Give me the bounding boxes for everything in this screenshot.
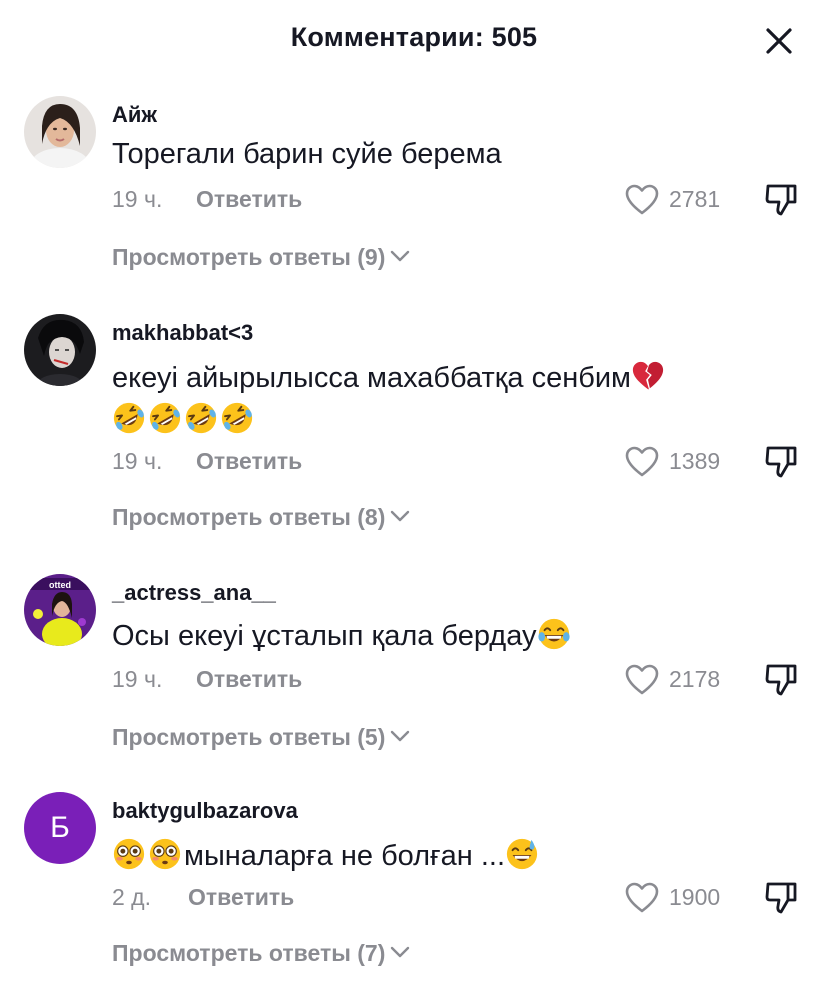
avatar[interactable] — [24, 96, 96, 168]
comment-meta: 19 ч. Ответить 2781 — [112, 184, 802, 220]
avatar[interactable] — [24, 314, 96, 386]
comment-text-content: Торегали барин суйе берема — [112, 138, 502, 170]
rolling-laughing-icon — [221, 402, 253, 434]
like-count: 1900 — [669, 884, 721, 910]
comment-time: 19 ч. — [112, 186, 163, 212]
comment-meta: 2 д. Ответить 1900 — [112, 882, 802, 918]
comment-meta: 19 ч. Ответить 1389 — [112, 446, 802, 482]
avatar[interactable]: Б — [24, 792, 96, 864]
thumbs-down-icon[interactable] — [762, 878, 800, 916]
view-replies-label: Просмотреть ответы (5) — [112, 724, 386, 750]
comment-text: екеуі айырылысса махаббатқа сенбим — [112, 358, 722, 440]
thumbs-down-icon[interactable] — [762, 660, 800, 698]
comment-username[interactable]: baktygulbazarova — [112, 798, 298, 824]
comment-text: Осы екеуі ұсталып қала бердау — [112, 616, 722, 656]
view-replies-label: Просмотреть ответы (8) — [112, 504, 386, 530]
view-replies-label: Просмотреть ответы (7) — [112, 940, 386, 966]
comments-header: Комментарии: 505 — [0, 0, 828, 80]
comment-text: мыналарға не болған ... — [112, 836, 722, 876]
avatar[interactable]: otted — [24, 574, 96, 646]
rolling-laughing-icon — [149, 402, 181, 434]
view-replies-button[interactable]: Просмотреть ответы (8) — [112, 504, 411, 538]
comments-title: Комментарии: 505 — [290, 22, 538, 52]
comment-text-content: екеуі айырылысса махаббатқа сенбим — [112, 362, 631, 394]
tears-of-joy-icon — [537, 618, 570, 650]
comment-text-content: Осы екеуі ұсталып қала бердау — [112, 620, 537, 652]
comment-time: 2 д. — [112, 884, 151, 910]
rolling-laughing-icon — [185, 402, 217, 434]
reply-button[interactable]: Ответить — [196, 448, 302, 475]
emoji-line — [112, 402, 256, 436]
view-replies-button[interactable]: Просмотреть ответы (9) — [112, 244, 411, 278]
flushed-icon — [113, 838, 145, 870]
chevron-down-icon — [391, 730, 410, 742]
chevron-down-icon — [391, 510, 410, 522]
like-count: 2781 — [669, 186, 721, 212]
like-count: 1389 — [669, 448, 721, 474]
svg-text:otted: otted — [49, 580, 71, 590]
heart-outline-icon[interactable] — [624, 880, 660, 916]
broken-heart-icon — [632, 361, 664, 390]
view-replies-button[interactable]: Просмотреть ответы (5) — [112, 724, 411, 758]
comment-username[interactable]: makhabbat<3 — [112, 320, 253, 346]
reply-button[interactable]: Ответить — [188, 884, 294, 911]
comment-meta: 19 ч. Ответить 2178 — [112, 664, 802, 700]
rolling-laughing-icon — [113, 402, 145, 434]
chevron-down-icon — [391, 946, 410, 958]
chevron-down-icon — [391, 250, 410, 262]
close-icon[interactable] — [758, 20, 800, 62]
comment-username[interactable]: _actress_ana__ — [112, 580, 276, 606]
reply-button[interactable]: Ответить — [196, 186, 302, 213]
like-count: 2178 — [669, 666, 721, 692]
comment-text-content: мыналарға не болған ... — [184, 840, 506, 872]
thumbs-down-icon[interactable] — [762, 442, 800, 480]
heart-outline-icon[interactable] — [624, 182, 660, 218]
comment-text: Торегали барин суйе берема — [112, 134, 722, 174]
grinning-sweat-icon — [506, 838, 538, 870]
view-replies-label: Просмотреть ответы (9) — [112, 244, 386, 270]
view-replies-button[interactable]: Просмотреть ответы (7) — [112, 940, 411, 974]
thumbs-down-icon[interactable] — [762, 180, 800, 218]
reply-button[interactable]: Ответить — [196, 666, 302, 693]
comment-time: 19 ч. — [112, 666, 163, 692]
comment-time: 19 ч. — [112, 448, 163, 474]
comment-username[interactable]: Айж — [112, 102, 157, 128]
heart-outline-icon[interactable] — [624, 444, 660, 480]
heart-outline-icon[interactable] — [624, 662, 660, 698]
flushed-icon — [149, 838, 181, 870]
